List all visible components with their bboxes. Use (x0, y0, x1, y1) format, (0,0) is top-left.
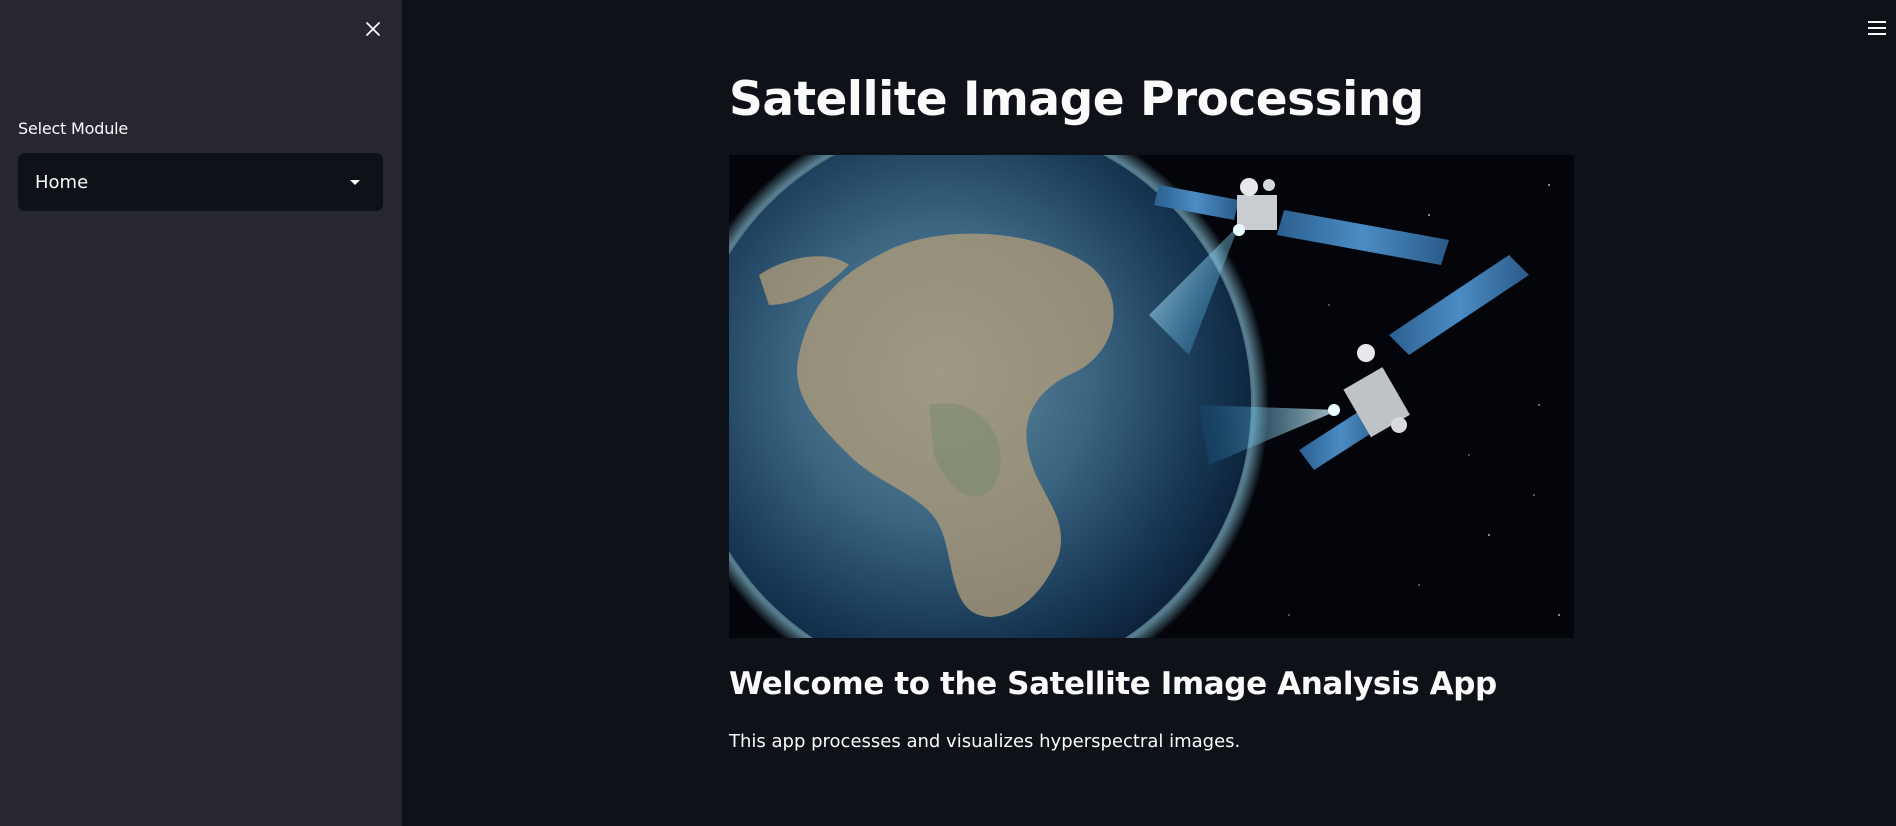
hamburger-menu-icon (1868, 21, 1886, 23)
app-description: This app processes and visualizes hypers… (729, 731, 1241, 752)
app-root: Select Module Home Satellite Image Proce… (0, 0, 1896, 826)
close-sidebar-button[interactable] (358, 14, 388, 44)
sidebar: Select Module Home (0, 0, 402, 826)
module-select-value: Home (35, 171, 89, 193)
close-icon (366, 22, 380, 36)
welcome-heading: Welcome to the Satellite Image Analysis … (729, 666, 1497, 702)
hero-image-illustration (729, 155, 1574, 638)
caret-down-icon (350, 179, 360, 185)
earth-with-satellites-image (729, 155, 1574, 638)
select-module-label: Select Module (18, 119, 129, 138)
module-select[interactable]: Home (18, 153, 383, 211)
page-title: Satellite Image Processing (729, 72, 1424, 127)
main-menu-button[interactable] (1862, 14, 1892, 42)
